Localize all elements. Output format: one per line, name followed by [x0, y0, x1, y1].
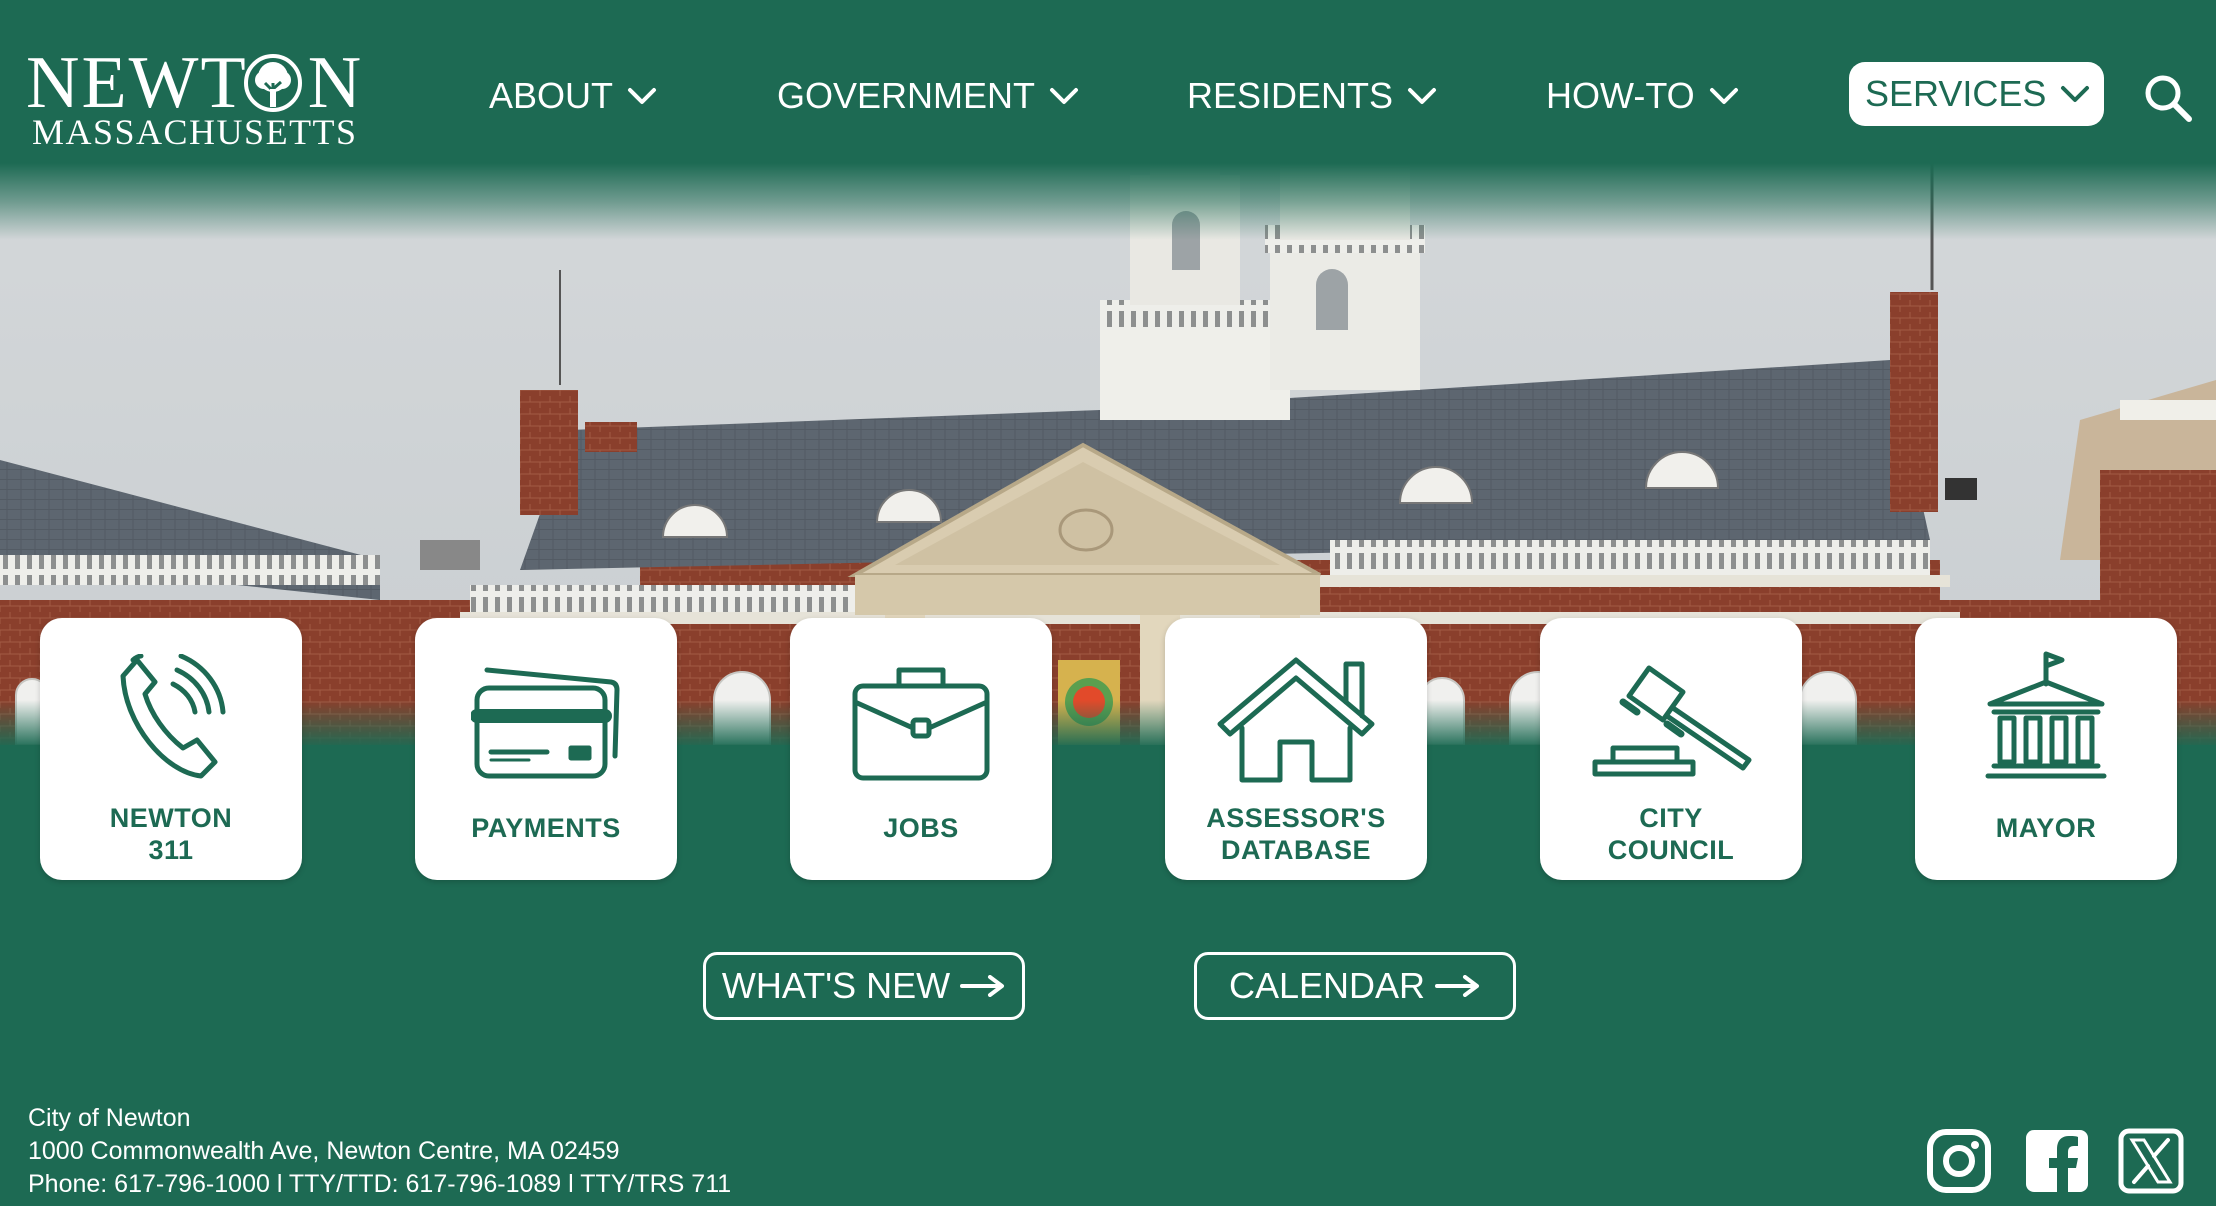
tile-label: ASSESSOR'S [1206, 803, 1386, 833]
calendar-label: CALENDAR [1228, 965, 1426, 1006]
nav-residents[interactable]: RESIDENTS [1187, 70, 1437, 122]
tile-payments[interactable]: PAYMENTS [415, 618, 677, 880]
tile-city-council[interactable]: CITY COUNCIL [1540, 618, 1802, 880]
nav-services-label: SERVICES [1865, 73, 2047, 114]
arrow-right-icon [960, 975, 1005, 997]
house-icon [1217, 657, 1375, 783]
footer-contact: City of Newton 1000 Commonwealth Ave, Ne… [28, 1102, 731, 1201]
arrow-right-icon [1435, 975, 1480, 997]
calendar-button[interactable]: CALENDAR [1194, 952, 1516, 1020]
nav-services[interactable]: SERVICES [1849, 62, 2105, 126]
nav-how-to-label: HOW-TO [1546, 75, 1695, 116]
tile-newton-311[interactable]: NEWTON 311 [40, 618, 302, 880]
tile-label: COUNCIL [1607, 835, 1735, 865]
x-icon[interactable] [2118, 1128, 2184, 1194]
chevron-down-icon [628, 88, 657, 104]
city-hall-icon [1985, 651, 2107, 779]
tile-label: 311 [148, 835, 194, 865]
tile-mayor[interactable]: MAYOR [1915, 618, 2177, 880]
nav-how-to[interactable]: HOW-TO [1546, 70, 1739, 122]
tile-label: PAYMENTS [471, 813, 621, 843]
whats-new-label: WHAT'S NEW [721, 965, 951, 1006]
search-icon[interactable] [2142, 72, 2194, 124]
footer-address: 1000 Commonwealth Ave, Newton Centre, MA… [28, 1137, 620, 1165]
site-header: NEWT N MASSACHUSETTS ABOUT GOVERNMENT RE… [0, 0, 2216, 200]
nav-about-label: ABOUT [489, 75, 614, 116]
tile-label: DATABASE [1221, 835, 1371, 865]
gavel-icon [1592, 665, 1752, 777]
briefcase-icon [852, 667, 990, 781]
page: NEWT N MASSACHUSETTS ABOUT GOVERNMENT RE… [0, 0, 2216, 1206]
credit-card-icon [471, 667, 620, 779]
hero-bottom-fade [0, 700, 2216, 745]
chevron-down-icon [1050, 88, 1079, 104]
chevron-down-icon [1709, 88, 1738, 104]
nav-government[interactable]: GOVERNMENT [777, 70, 1079, 122]
tile-label: CITY [1639, 803, 1703, 833]
tile-label: MAYOR [1995, 813, 2097, 843]
chevron-down-icon [2061, 86, 2090, 102]
instagram-icon[interactable] [1926, 1128, 1992, 1194]
whats-new-button[interactable]: WHAT'S NEW [703, 952, 1025, 1020]
tile-label: NEWTON [109, 803, 233, 833]
chevron-down-icon [1408, 88, 1437, 104]
main-nav: ABOUT GOVERNMENT RESIDENTS HOW-TO SERVIC… [0, 0, 2216, 200]
tile-jobs[interactable]: JOBS [790, 618, 1052, 880]
footer-phone: Phone: 617-796-1000 l TTY/TTD: 617-796-1… [28, 1170, 732, 1198]
nav-residents-label: RESIDENTS [1187, 75, 1394, 116]
tile-label: JOBS [883, 813, 959, 843]
tile-assessors-database[interactable]: ASSESSOR'S DATABASE [1165, 618, 1427, 880]
nav-about[interactable]: ABOUT [489, 70, 657, 122]
facebook-icon[interactable] [2024, 1128, 2090, 1194]
nav-government-label: GOVERNMENT [777, 75, 1036, 116]
phone-icon [120, 654, 226, 779]
footer-org: City of Newton [28, 1104, 191, 1132]
